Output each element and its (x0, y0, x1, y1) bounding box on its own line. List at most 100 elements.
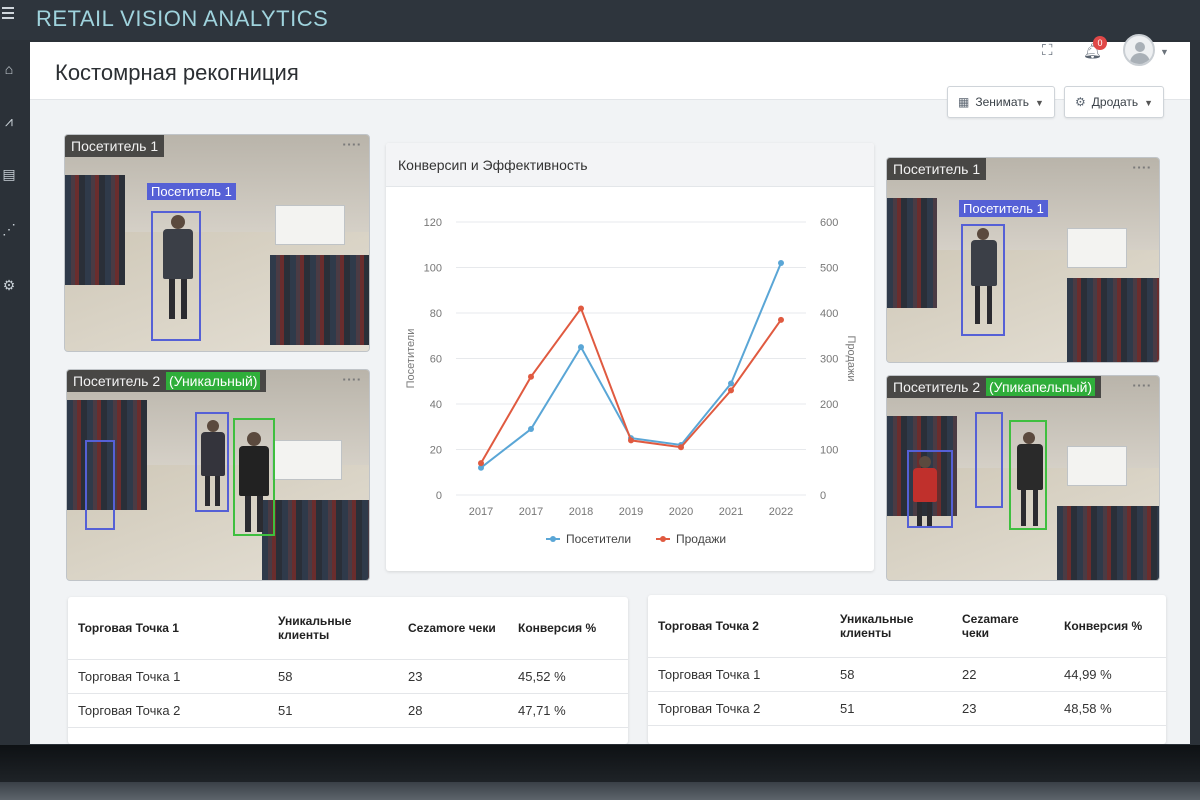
camera-timestamp: ▪▪▪▪ (1131, 382, 1151, 391)
table-header-row: Торговая Точка 2 Уникальные клиенты Сеza… (648, 595, 1166, 657)
gear-icon: ⚙ (1075, 95, 1086, 109)
column-header[interactable]: Конверсия % (1054, 595, 1166, 657)
table-row[interactable]: Торговая Точка 1 58 22 44,99 % (648, 656, 1166, 691)
calendar-icon: ▦ (958, 95, 970, 109)
table-row[interactable]: Торговая Точка 2 51 28 47,71 % (68, 692, 628, 727)
camera-feed-right-bottom[interactable]: Посетитель 2 (Упикапельпый) ▪▪▪▪ (886, 375, 1160, 581)
legend-label: Продажи (676, 532, 726, 546)
y-tick-label-right: 600 (820, 217, 838, 229)
y-tick-label-left: 100 (424, 263, 442, 275)
column-header[interactable]: Конверсия % (508, 597, 628, 659)
page-title: Костомрная рекогниция (55, 60, 299, 85)
table-cell: 51 (830, 690, 952, 725)
legend-marker (660, 536, 666, 542)
avatar[interactable] (1123, 34, 1155, 66)
data-point (578, 344, 584, 351)
table-cell: 58 (268, 658, 398, 693)
detection-tag: Посетитель 1 (147, 183, 236, 200)
table-row[interactable]: Торговая Точка 2 51 23 48,58 % (648, 690, 1166, 725)
x-tick-label: 2018 (569, 506, 593, 518)
table-cell: 22 (952, 656, 1054, 691)
gear-icon[interactable]: ⚙ (0, 276, 18, 294)
x-tick-label: 2019 (619, 506, 643, 518)
main-content: Костомрная рекогниция ⛶ 🔔︎ 0 ▼ ▦ Зенимать… (30, 34, 1190, 744)
table-cell: 47,71 % (508, 692, 628, 727)
legend-marker (550, 536, 556, 542)
period-dropdown-button[interactable]: ▦ Зенимать ▼ (947, 86, 1055, 118)
data-point (728, 387, 734, 394)
camera-label: Посетитель 2 (Упикапельпый) (887, 376, 1102, 398)
store-icon[interactable]: ▤ (0, 165, 18, 183)
table-cell: 44,99 % (1054, 656, 1166, 691)
store-table-2: Торговая Точка 2 Уникальные клиенты Сеza… (648, 595, 1166, 744)
table-cell: 48,58 % (1054, 690, 1166, 725)
table-cell: 45,52 % (508, 658, 628, 693)
camera-feed-left-top[interactable]: Посетитель 1 Посетитель 1 ▪▪▪▪ (64, 134, 370, 352)
analytics-icon[interactable]: ⩘ (0, 112, 18, 130)
y-tick-label-right: 100 (820, 445, 838, 457)
column-header[interactable]: Торговая Точка 2 (648, 595, 830, 657)
legend-label: Посетители (566, 532, 631, 546)
y-tick-label-left: 120 (424, 217, 442, 229)
data-point (778, 259, 784, 266)
table-cell: Торговая Точка 1 (68, 658, 268, 693)
data-point (528, 426, 534, 433)
table-cell: 58 (830, 656, 952, 691)
sidebar: ⌂ ⩘ ▤ ⋰ ⚙ (0, 40, 20, 745)
x-tick-label: 2017 (469, 506, 493, 518)
top-bar: RETAIL VISION ANALYTICS (0, 0, 1200, 40)
camera-feed-left-bottom[interactable]: Посетитель 2 (Уникальный) ▪▪▪▪ (66, 369, 370, 581)
unique-badge: (Упикапельпый) (986, 378, 1096, 396)
camera-label: Посетитель 2 (Уникальный) (67, 370, 267, 392)
camera-timestamp: ▪▪▪▪ (1131, 164, 1151, 173)
detection-tag: Посетитель 1 (959, 200, 1048, 217)
fullscreen-icon[interactable]: ⛶ (1042, 42, 1053, 59)
camera-timestamp: ▪▪▪▪ (341, 376, 361, 385)
table-cell: Торговая Точка 2 (68, 692, 268, 727)
y-axis-label-right: Продажи (845, 336, 857, 382)
chart-title: Конверсип и Эффективность (398, 157, 588, 173)
table-cell: 23 (952, 690, 1054, 725)
reports-icon[interactable]: ⋰ (0, 220, 18, 238)
data-point (728, 380, 734, 387)
x-tick-label: 2021 (719, 506, 743, 518)
table-cell: 51 (268, 692, 398, 727)
column-header[interactable]: Сеzamare чеки (952, 595, 1054, 657)
y-tick-label-left: 40 (430, 399, 442, 411)
y-tick-label-right: 0 (820, 490, 826, 502)
column-header[interactable]: Уникальные клиенты (268, 597, 398, 659)
camera-timestamp: ▪▪▪▪ (341, 141, 361, 150)
table-row[interactable] (648, 724, 1166, 744)
y-tick-label-left: 0 (436, 490, 442, 502)
y-tick-label-right: 300 (820, 354, 838, 366)
monitor: RETAIL VISION ANALYTICS ⌂ ⩘ ▤ ⋰ ⚙ Костом… (0, 0, 1200, 800)
y-tick-label-right: 400 (820, 308, 838, 320)
home-icon[interactable]: ⌂ (0, 60, 18, 78)
menu-icon[interactable] (0, 4, 16, 20)
y-tick-label-left: 60 (430, 354, 442, 366)
table-header-row: Торговая Точка 1 Уникальные клиенты Сеza… (68, 597, 628, 659)
sales-dropdown-button[interactable]: ⚙ Дродать ▼ (1064, 86, 1165, 118)
screen: RETAIL VISION ANALYTICS ⌂ ⩘ ▤ ⋰ ⚙ Костом… (0, 0, 1200, 745)
camera-feed-right-top[interactable]: Посетитель 1 Посетитель 1 ▪▪▪▪ (886, 157, 1160, 363)
column-header[interactable]: Торговая Точка 1 (68, 597, 268, 659)
table-row[interactable] (68, 726, 628, 744)
data-point (778, 316, 784, 323)
data-point (528, 373, 534, 380)
data-point (478, 460, 484, 467)
unique-badge: (Уникальный) (166, 372, 261, 390)
notification-badge: 0 (1093, 36, 1107, 50)
app-brand: RETAIL VISION ANALYTICS (36, 6, 329, 31)
chevron-down-icon[interactable]: ▼ (1160, 47, 1169, 57)
chevron-down-icon: ▼ (1035, 98, 1044, 108)
chart-header: Конверсип и Эффективность (386, 143, 874, 187)
y-tick-label-right: 200 (820, 399, 838, 411)
column-header[interactable]: Уникальные клиенты (830, 595, 952, 657)
chevron-down-icon: ▼ (1144, 98, 1154, 108)
column-header[interactable]: Сеzamore чеки (398, 597, 508, 659)
camera-label: Посетитель 1 (887, 158, 987, 180)
camera-label: Посетитель 1 (65, 135, 165, 157)
table-row[interactable]: Торговая Точка 1 58 23 45,52 % (68, 658, 628, 693)
data-point (628, 437, 634, 444)
conversion-chart-card: Конверсип и Эффективность 0 20 40 60 80 100 12… (386, 143, 874, 571)
